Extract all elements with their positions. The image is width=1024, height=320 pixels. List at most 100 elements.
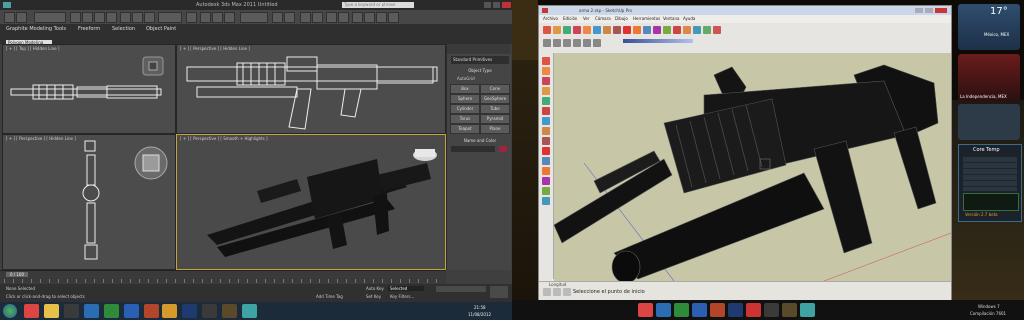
rectangle-tool-icon[interactable] bbox=[573, 26, 581, 34]
eraser-tool-icon[interactable] bbox=[542, 87, 550, 95]
menu-herramientas[interactable]: Herramientas bbox=[633, 15, 660, 23]
named-selection-dropdown[interactable] bbox=[240, 12, 268, 23]
cylinder-button[interactable]: Cylinder bbox=[450, 104, 480, 114]
rectangle-tool-icon[interactable] bbox=[542, 107, 550, 115]
cone-button[interactable]: Cone bbox=[480, 84, 510, 94]
text-tool-icon[interactable] bbox=[542, 187, 550, 195]
render-setup-icon[interactable] bbox=[364, 12, 375, 23]
graphite-toggle-icon[interactable] bbox=[312, 12, 323, 23]
auto-key-label[interactable]: Auto Key bbox=[366, 286, 384, 291]
powerpoint-icon[interactable] bbox=[144, 304, 159, 318]
max-app-icon[interactable] bbox=[3, 2, 11, 8]
sketchup-app-icon[interactable] bbox=[542, 8, 548, 13]
geo-location-icon[interactable] bbox=[543, 288, 551, 296]
viewport-perspective-hidden-line[interactable]: [ + ] [ Perspective ] [ Hidden Line ] bbox=[176, 44, 446, 134]
rectangle-selection-icon[interactable] bbox=[94, 12, 105, 23]
zoom-extents-icon[interactable] bbox=[703, 26, 711, 34]
pyramid-button[interactable]: Pyramid bbox=[480, 114, 510, 124]
eraser-tool-icon[interactable] bbox=[553, 26, 561, 34]
weather-gadget[interactable]: 17° México, MEX bbox=[958, 4, 1020, 50]
close-button[interactable] bbox=[502, 2, 511, 8]
maximize-button[interactable] bbox=[493, 2, 500, 8]
key-selection-dropdown[interactable]: Selected bbox=[388, 286, 424, 291]
ribbon-tab-selection[interactable]: Selection bbox=[112, 26, 135, 32]
left-view-icon[interactable] bbox=[593, 39, 601, 47]
help-icon[interactable] bbox=[563, 288, 571, 296]
push-pull-icon[interactable] bbox=[542, 127, 550, 135]
app-icon[interactable] bbox=[222, 304, 237, 318]
powerpoint-icon[interactable] bbox=[710, 303, 725, 317]
scale-tool-icon[interactable] bbox=[633, 26, 641, 34]
rotate-tool-icon[interactable] bbox=[623, 26, 631, 34]
core-temp-gadget[interactable]: Core Temp Versión 2.7 beta bbox=[958, 144, 1022, 222]
snap-icon[interactable] bbox=[200, 12, 211, 23]
torus-button[interactable]: Torus bbox=[450, 114, 480, 124]
select-by-name-icon[interactable] bbox=[82, 12, 93, 23]
layer-manager-icon[interactable] bbox=[300, 12, 311, 23]
orbit-tool-icon[interactable] bbox=[542, 197, 550, 205]
walk-tool-icon[interactable] bbox=[713, 26, 721, 34]
render-frame-icon[interactable] bbox=[376, 12, 387, 23]
menu-edicion[interactable]: Edición bbox=[563, 15, 577, 23]
3ds-max-taskbar-icon[interactable] bbox=[800, 303, 815, 317]
front-view-icon[interactable] bbox=[563, 39, 571, 47]
maximize-button[interactable] bbox=[925, 8, 933, 13]
align-icon[interactable] bbox=[284, 12, 295, 23]
autogrid-checkbox[interactable]: AutoGrid bbox=[457, 76, 475, 81]
clock-gadget[interactable] bbox=[958, 104, 1020, 140]
outlook-icon[interactable] bbox=[84, 304, 99, 318]
window-crossing-icon[interactable] bbox=[106, 12, 117, 23]
material-editor-icon[interactable] bbox=[352, 12, 363, 23]
sphere-button[interactable]: Sphere bbox=[450, 94, 480, 104]
iso-view-icon[interactable] bbox=[543, 39, 551, 47]
scale-icon[interactable] bbox=[144, 12, 155, 23]
menu-archivo[interactable]: Archivo bbox=[543, 15, 558, 23]
back-view-icon[interactable] bbox=[583, 39, 591, 47]
tube-button[interactable]: Tube bbox=[480, 104, 510, 114]
max-search-input[interactable]: Type a keyword or phrase bbox=[342, 2, 414, 8]
object-name-field[interactable] bbox=[451, 146, 495, 152]
time-slider[interactable]: 0 / 100 bbox=[6, 272, 28, 277]
app-icon[interactable] bbox=[764, 303, 779, 317]
redo-icon[interactable] bbox=[16, 12, 27, 23]
rotate-icon[interactable] bbox=[132, 12, 143, 23]
app-icon[interactable] bbox=[782, 303, 797, 317]
pencil-tool-icon[interactable] bbox=[542, 97, 550, 105]
ribbon-tab-graphite[interactable]: Graphite Modeling Tools bbox=[6, 26, 66, 32]
select-tool-icon[interactable] bbox=[542, 57, 550, 65]
track-bar[interactable] bbox=[4, 279, 442, 283]
sketchup-drawing-area[interactable] bbox=[554, 53, 951, 281]
menu-dibujo[interactable]: Dibujo bbox=[615, 15, 628, 23]
right-view-icon[interactable] bbox=[573, 39, 581, 47]
box-button[interactable]: Box bbox=[450, 84, 480, 94]
orbit-tool-icon[interactable] bbox=[673, 26, 681, 34]
object-color-swatch[interactable] bbox=[499, 146, 507, 152]
command-panel-tabs[interactable] bbox=[447, 44, 511, 54]
arc-tool-icon[interactable] bbox=[593, 26, 601, 34]
selection-filter-dropdown[interactable] bbox=[34, 12, 66, 23]
viewport-navigation-controls[interactable] bbox=[490, 286, 508, 298]
chrome-icon[interactable] bbox=[638, 303, 653, 317]
angle-snap-icon[interactable] bbox=[212, 12, 223, 23]
timeline[interactable]: 0 / 100 bbox=[0, 270, 446, 285]
move-tool-icon[interactable] bbox=[613, 26, 621, 34]
primitive-type-dropdown[interactable]: Standard Primitives bbox=[451, 56, 509, 64]
weather-gadget-2[interactable]: La Independencia, MEX bbox=[958, 54, 1020, 102]
viewport-top[interactable]: [ + ] [ Top ] [ Hidden Line ] bbox=[2, 44, 176, 134]
photoshop-icon[interactable] bbox=[182, 304, 197, 318]
viewport-perspective-smooth[interactable]: [ + ] [ Perspective ] [ Smooth + Highlig… bbox=[176, 134, 446, 270]
app-icon[interactable] bbox=[202, 304, 217, 318]
name-and-color-heading[interactable]: Name and Color bbox=[451, 138, 509, 143]
3ds-max-taskbar-icon[interactable] bbox=[242, 304, 257, 318]
percent-snap-icon[interactable] bbox=[224, 12, 235, 23]
schematic-view-icon[interactable] bbox=[338, 12, 349, 23]
media-icon[interactable] bbox=[64, 304, 79, 318]
close-button[interactable] bbox=[935, 8, 947, 13]
set-key-label[interactable]: Set Key bbox=[366, 294, 381, 299]
pivot-icon[interactable] bbox=[186, 12, 197, 23]
pan-tool-icon[interactable] bbox=[683, 26, 691, 34]
mirror-icon[interactable] bbox=[272, 12, 283, 23]
follow-me-icon[interactable] bbox=[542, 157, 550, 165]
clock-date[interactable]: 11/08/2012 bbox=[468, 312, 491, 317]
explorer-icon[interactable] bbox=[44, 304, 59, 318]
